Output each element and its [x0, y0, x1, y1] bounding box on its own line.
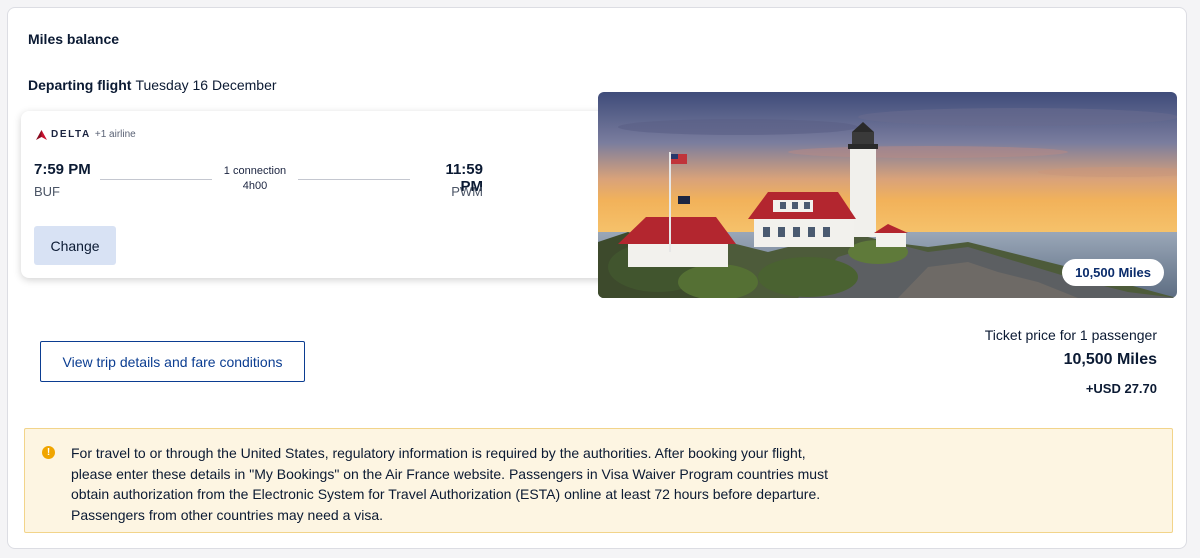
airline-info: DELTA +1 airline: [36, 129, 136, 140]
airline-name: DELTA: [51, 129, 91, 140]
destination-miles-badge: 10,500 Miles: [1062, 259, 1164, 286]
ticket-price-label: Ticket price for 1 passenger: [984, 327, 1157, 343]
destination-photo: 10,500 Miles: [598, 92, 1177, 298]
flight-duration: 4h00: [242, 180, 268, 192]
connection-count: 1 connection: [223, 165, 287, 177]
departure-airport: BUF: [34, 184, 60, 199]
ticket-price-usd: +USD 27.70: [1085, 381, 1157, 396]
departing-flight-label: Departing flight: [28, 77, 132, 93]
delta-logo-icon: [36, 129, 47, 140]
departing-flight-date: Tuesday 16 December: [135, 77, 277, 93]
departing-flight-header: Departing flight Tuesday 16 December: [28, 77, 277, 93]
esta-notice: ! For travel to or through the United St…: [24, 428, 1173, 533]
departure-time: 7:59 PM: [34, 161, 91, 178]
exclamation-icon: !: [42, 446, 55, 459]
notice-text: For travel to or through the United Stat…: [71, 445, 828, 523]
arrival-airport: PWM: [451, 184, 483, 199]
view-trip-details-button[interactable]: View trip details and fare conditions: [40, 341, 305, 382]
flight-summary-card: DELTA +1 airline 7:59 PM BUF 1 connectio…: [21, 111, 611, 278]
change-flight-button[interactable]: Change: [34, 226, 116, 265]
route-line-right: [298, 179, 410, 180]
ticket-price-miles: 10,500 Miles: [1063, 351, 1157, 368]
extra-airlines: +1 airline: [94, 129, 136, 140]
route-line-left: [100, 179, 212, 180]
section-title: Miles balance: [28, 31, 120, 47]
